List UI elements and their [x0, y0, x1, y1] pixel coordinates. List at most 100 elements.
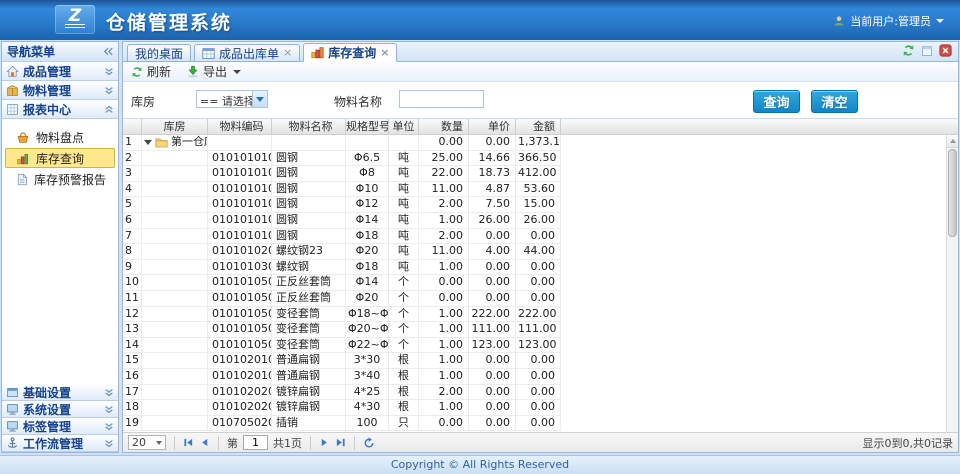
- cell-quantity: 2.00: [419, 385, 469, 401]
- column-header[interactable]: 物料名称: [272, 119, 346, 134]
- page-size-select[interactable]: 20: [128, 435, 166, 450]
- cell-unit: [389, 135, 419, 151]
- sidebar-group-header[interactable]: 物料管理: [2, 81, 118, 100]
- cell-spec: Φ22~Φ25: [346, 338, 389, 354]
- material-name-input[interactable]: [399, 90, 484, 108]
- clear-button[interactable]: 清空: [811, 90, 858, 113]
- column-header[interactable]: 物料编码: [208, 119, 272, 134]
- column-header[interactable]: 数量: [419, 119, 469, 134]
- cell-quantity: 11.00: [419, 244, 469, 260]
- export-dropdown-icon[interactable]: [233, 70, 241, 74]
- sidebar-group-header[interactable]: 报表中心: [2, 100, 118, 119]
- table-row[interactable]: 5 0101010104 圆钢 Φ12 吨 2.00 7.50 15.00: [123, 197, 958, 213]
- cell-quantity: 0.00: [419, 135, 469, 151]
- export-button[interactable]: 导出: [187, 63, 241, 80]
- sidebar-group-header[interactable]: 标签管理: [2, 418, 118, 435]
- table-row[interactable]: 17 0101020201 镀锌扁钢 4*25 根 2.00 0.00 0.00: [123, 385, 958, 401]
- select-chevron-icon[interactable]: [252, 91, 267, 107]
- table-row[interactable]: 7 0101010107 圆钢 Φ18 吨 2.00 0.00 0.00: [123, 229, 958, 245]
- sidebar-menu-item[interactable]: 库存查询: [5, 148, 115, 168]
- cell-amount: 111.00: [516, 322, 561, 338]
- cell-material-code: 0101010107: [208, 229, 272, 245]
- sidebar-menu-item[interactable]: 库存预警报告: [5, 169, 115, 189]
- column-header[interactable]: 规格型号: [346, 119, 389, 134]
- column-header[interactable]: 单位: [389, 119, 419, 134]
- table-row[interactable]: 9 0101010309 螺纹钢 Φ18 吨 1.00 0.00 0.00: [123, 260, 958, 276]
- vertical-scrollbar[interactable]: [946, 135, 958, 432]
- tab-close-icon[interactable]: ×: [380, 48, 389, 58]
- tab[interactable]: 成品出库单 ×: [194, 44, 300, 62]
- refresh-tab-icon[interactable]: [902, 44, 915, 57]
- cell-spec: Φ18~Φ20: [346, 307, 389, 323]
- scroll-up-icon[interactable]: [947, 135, 958, 148]
- cell-amount: 0.00: [516, 229, 561, 245]
- table-row[interactable]: 19 0107050201 插销 100 只 0.00 0.00 0.00: [123, 416, 958, 432]
- cell-warehouse: [142, 166, 208, 182]
- table-row[interactable]: 10 010101050201 正反丝套筒 Φ14 个 0.00 0.00 0.…: [123, 275, 958, 291]
- close-icon[interactable]: [939, 44, 952, 57]
- sidebar-group-header[interactable]: 工作流管理: [2, 435, 118, 452]
- table-row[interactable]: 12 010101050301 变径套筒 Φ18~Φ20 个 1.00 222.…: [123, 307, 958, 323]
- sidebar-group-label: 物料管理: [23, 82, 71, 99]
- cell-amount: 0.00: [516, 353, 561, 369]
- cell-material-code: 010101050204: [208, 291, 272, 307]
- column-header[interactable]: 金额: [516, 119, 561, 134]
- cell-unit: 只: [389, 416, 419, 432]
- pagination-bar: 20 第 共1页 显示0到0,共0记录: [123, 432, 958, 452]
- sidebar-group-header[interactable]: 基础设置: [2, 384, 118, 401]
- cell-quantity: 1.00: [419, 400, 469, 416]
- first-page-button[interactable]: [183, 437, 194, 448]
- prev-page-button[interactable]: [199, 437, 210, 448]
- table-row[interactable]: 13 010101050302 变径套筒 Φ20~Φ22 个 1.00 111.…: [123, 322, 958, 338]
- cell-amount: 0.00: [516, 260, 561, 276]
- sidebar-group-header[interactable]: 系统设置: [2, 401, 118, 418]
- cell-material-code: 0107050201: [208, 416, 272, 432]
- table-row[interactable]: 1 第一仓库 0.00 0.00 1,373.10: [123, 135, 958, 151]
- maximize-icon[interactable]: [921, 45, 933, 57]
- cell-material-code: 0101010309: [208, 260, 272, 276]
- current-user-menu[interactable]: 当前用户:管理员: [833, 13, 944, 29]
- tab-close-icon[interactable]: ×: [283, 48, 292, 58]
- next-page-button[interactable]: [319, 437, 330, 448]
- last-page-button[interactable]: [335, 437, 346, 448]
- table-row[interactable]: 18 0101020202 镀锌扁钢 4*30 根 1.00 0.00 0.00: [123, 400, 958, 416]
- cell-quantity: 22.00: [419, 166, 469, 182]
- collapse-sidebar-icon[interactable]: [103, 47, 113, 56]
- pager-refresh-icon[interactable]: [363, 437, 375, 449]
- cell-amount: 366.50: [516, 151, 561, 167]
- table-row[interactable]: 2 0101010101 圆钢 Φ6.5 吨 25.00 14.66 366.5…: [123, 151, 958, 167]
- cell-amount: 0.00: [516, 385, 561, 401]
- cell-material-code: 0101010205: [208, 244, 272, 260]
- cell-amount: 412.00: [516, 166, 561, 182]
- cell-unit-price: 0.00: [469, 400, 516, 416]
- table-row[interactable]: 3 0101010102 圆钢 Φ8 吨 22.00 18.73 412.00: [123, 166, 958, 182]
- column-header[interactable]: 库房: [142, 119, 208, 134]
- cell-material-code: 010101050303: [208, 338, 272, 354]
- table-row[interactable]: 11 010101050204 正反丝套筒 Φ20 个 0.00 0.00 0.…: [123, 291, 958, 307]
- table-row[interactable]: 14 010101050303 变径套筒 Φ22~Φ25 个 1.00 123.…: [123, 338, 958, 354]
- cell-unit-price: 0.00: [469, 416, 516, 432]
- cell-warehouse: [142, 322, 208, 338]
- sidebar-menu-item[interactable]: 物料盘点: [5, 127, 115, 147]
- tab[interactable]: 我的桌面: [127, 44, 191, 62]
- tree-expand-icon[interactable]: [144, 140, 152, 145]
- table-row[interactable]: 16 0101020102 普通扁钢 3*40 根 1.00 0.00 0.00: [123, 369, 958, 385]
- cell-rownum: 10: [123, 275, 142, 291]
- query-button[interactable]: 查询: [753, 90, 800, 113]
- sidebar-group-header[interactable]: 成品管理: [2, 62, 118, 81]
- scrollbar-thumb[interactable]: [948, 149, 957, 237]
- column-header[interactable]: 单价: [469, 119, 516, 134]
- page-number-input[interactable]: [243, 435, 268, 450]
- table-row[interactable]: 15 0101020101 普通扁钢 3*30 根 1.00 0.00 0.00: [123, 353, 958, 369]
- refresh-button[interactable]: 刷新: [131, 63, 171, 80]
- table-row[interactable]: 8 0101010205 螺纹钢23 Φ20 吨 11.00 4.00 44.0…: [123, 244, 958, 260]
- table-row[interactable]: 6 0101010105 圆钢 Φ14 吨 1.00 26.00 26.00: [123, 213, 958, 229]
- warehouse-select[interactable]: == 请选择 ==: [196, 90, 268, 108]
- table-row[interactable]: 4 0101010103 圆钢 Φ10 吨 11.00 4.87 53.60: [123, 182, 958, 198]
- cell-material-name: 插销: [272, 416, 346, 432]
- tab[interactable]: 库存查询 ×: [303, 43, 397, 62]
- chevron-down-icon: [156, 441, 162, 445]
- cell-unit-price: 222.00: [469, 307, 516, 323]
- cell-material-name: 圆钢: [272, 182, 346, 198]
- sidebar-group-label: 工作流管理: [23, 435, 83, 452]
